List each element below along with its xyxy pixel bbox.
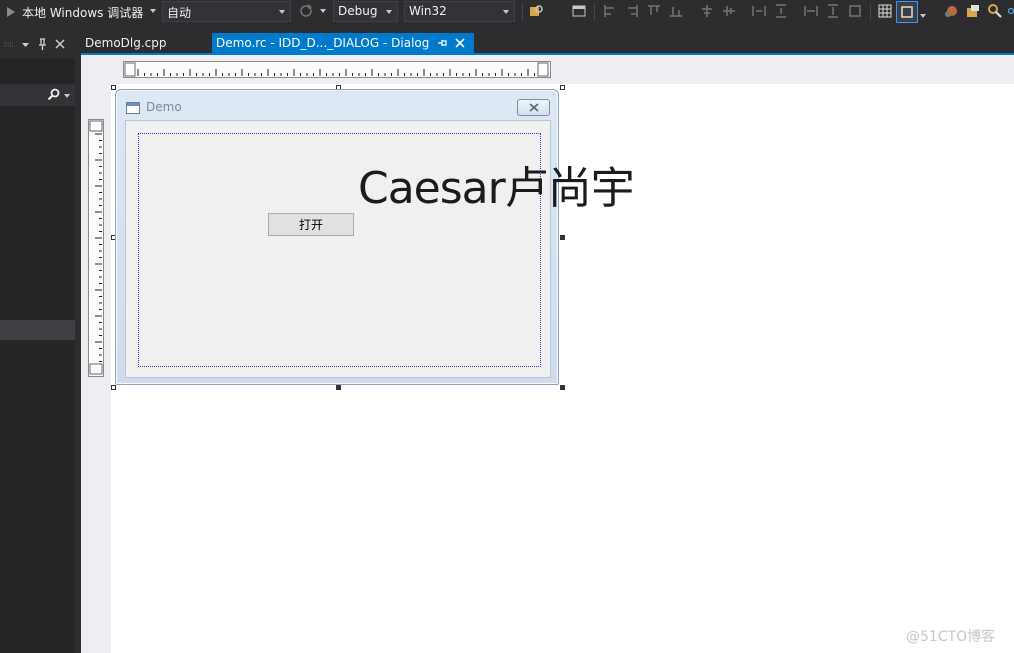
solution-config-value: 自动 xyxy=(167,6,192,20)
chevron-down-icon xyxy=(386,10,392,14)
close-icon[interactable] xyxy=(55,39,65,49)
platform-combo[interactable]: Win32 xyxy=(404,1,515,22)
refresh-icon[interactable] xyxy=(299,4,313,18)
separator xyxy=(870,4,871,20)
space-across-icon[interactable] xyxy=(752,4,766,18)
dialog-preview[interactable]: Demo 打开 xyxy=(115,89,559,385)
dialog-titlebar: Demo xyxy=(116,90,558,120)
test-dialog-icon[interactable] xyxy=(572,4,586,18)
chevron-down-icon[interactable] xyxy=(920,14,926,18)
chevron-down-icon xyxy=(503,10,509,14)
align-right-icon[interactable] xyxy=(625,4,639,18)
open-button[interactable]: 打开 xyxy=(268,213,354,236)
separator xyxy=(522,4,523,20)
dialog-close-button[interactable] xyxy=(517,99,550,116)
center-horizontal-icon[interactable] xyxy=(722,4,736,18)
align-top-icon[interactable] xyxy=(647,4,661,18)
tab-demo-rc-dialog[interactable]: Demo.rc - IDD_D..._DIALOG - Dialog xyxy=(212,33,474,53)
pin-icon[interactable] xyxy=(437,38,447,48)
dialog-title: Demo xyxy=(146,100,182,114)
start-debugging-button[interactable]: 本地 Windows 调试器 xyxy=(6,0,143,24)
space-down-icon[interactable] xyxy=(774,4,788,18)
tab-label: DemoDlg.cpp xyxy=(85,36,167,50)
toolbar: 本地 Windows 调试器 自动 Debug Win32 xyxy=(0,0,1014,24)
resize-handle-bottom[interactable] xyxy=(336,385,341,390)
caption-text: Caesar卢尚宇 xyxy=(358,163,635,214)
configuration-value: Debug xyxy=(338,4,378,18)
search-box[interactable] xyxy=(0,84,75,106)
resize-handle-bottom-right[interactable] xyxy=(560,385,565,390)
tool-window xyxy=(0,32,75,653)
vertical-ruler[interactable] xyxy=(88,119,104,377)
horizontal-ruler[interactable] xyxy=(123,61,551,78)
resize-handle-bottom-left[interactable] xyxy=(111,385,116,390)
watermark: @51CTO博客 xyxy=(906,629,996,645)
align-left-icon[interactable] xyxy=(603,4,617,18)
solution-config-combo[interactable]: 自动 xyxy=(162,1,291,22)
configuration-combo[interactable]: Debug xyxy=(333,1,398,22)
ruler-ticks xyxy=(89,120,103,375)
chevron-down-icon[interactable] xyxy=(320,9,326,13)
grip-icon xyxy=(4,42,14,47)
close-icon xyxy=(528,103,539,112)
platform-value: Win32 xyxy=(409,4,447,18)
make-same-height-icon[interactable] xyxy=(826,4,840,18)
tab-order-icon[interactable] xyxy=(944,4,958,18)
debugger-label: 本地 Windows 调试器 xyxy=(22,5,144,20)
toggle-guides-button[interactable] xyxy=(896,1,918,23)
search-icon[interactable] xyxy=(988,4,1002,18)
guides-icon xyxy=(901,6,913,18)
tab-demodlg-cpp[interactable]: DemoDlg.cpp xyxy=(81,33,209,53)
resize-handle-right[interactable] xyxy=(560,235,565,240)
chevron-down-icon xyxy=(279,10,285,14)
chevron-down-icon[interactable] xyxy=(64,94,70,98)
play-icon xyxy=(7,7,15,17)
find-in-files-icon[interactable] xyxy=(529,4,543,18)
overflow-icon[interactable] xyxy=(1008,4,1014,18)
selected-tree-item[interactable] xyxy=(0,320,75,340)
chevron-down-icon[interactable] xyxy=(150,9,156,13)
make-same-size-icon[interactable] xyxy=(848,4,862,18)
dialog-app-icon xyxy=(126,102,140,114)
close-icon[interactable] xyxy=(455,38,465,48)
chevron-down-icon[interactable] xyxy=(22,43,29,47)
tab-label: Demo.rc - IDD_D..._DIALOG - Dialog xyxy=(216,36,430,50)
resize-handle-top-right[interactable] xyxy=(560,85,565,90)
separator xyxy=(594,4,595,20)
ruler-ticks xyxy=(124,62,549,77)
pin-icon[interactable] xyxy=(38,38,47,50)
make-same-width-icon[interactable] xyxy=(804,4,818,18)
tool-window-header xyxy=(0,32,75,58)
toggle-grid-icon[interactable] xyxy=(878,4,892,18)
center-vertical-icon[interactable] xyxy=(700,4,714,18)
align-bottom-icon[interactable] xyxy=(669,4,683,18)
search-icon xyxy=(47,88,60,101)
class-wizard-icon[interactable] xyxy=(966,4,980,18)
